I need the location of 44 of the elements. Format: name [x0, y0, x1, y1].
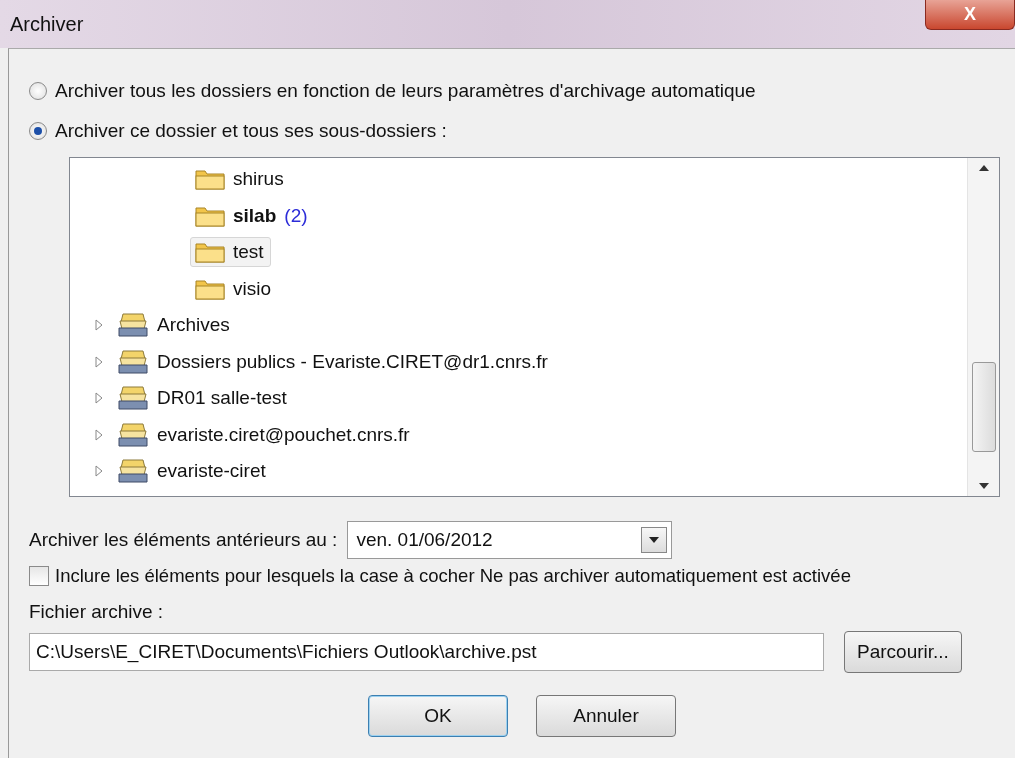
checkbox-label: Inclure les éléments pour lesquels la case à cocher Ne pas archiver automatiquement est activée: [55, 565, 851, 587]
folder-stack-icon: [117, 421, 149, 448]
tree-item[interactable]: test: [190, 237, 271, 268]
folder-icon: [195, 241, 225, 264]
folder-icon: [195, 204, 225, 227]
folder-stack-icon: [117, 385, 149, 412]
window-title: Archiver: [10, 12, 84, 36]
folder-icon: [195, 277, 225, 300]
expand-icon[interactable]: [94, 465, 104, 478]
tree-item[interactable]: silab (2): [190, 200, 315, 231]
scroll-thumb[interactable]: [971, 362, 996, 452]
file-path-field[interactable]: C:\Users\E_CIRET\Documents\Fichiers Outlook\archive.pst: [29, 633, 824, 671]
expand-icon[interactable]: [94, 319, 104, 332]
tree-item[interactable]: shirus: [190, 164, 291, 195]
tree-item[interactable]: DR01 salle-test: [112, 381, 294, 416]
scroll-down-icon[interactable]: [977, 482, 990, 490]
date-label: Archiver les éléments antérieurs au :: [29, 529, 338, 551]
unread-count: (2): [284, 204, 308, 227]
radio-button[interactable]: [29, 122, 47, 140]
scrollbar[interactable]: [967, 158, 999, 496]
dialog-button[interactable]: Annuler: [536, 695, 676, 737]
checkbox[interactable]: [29, 566, 49, 586]
expand-icon[interactable]: [94, 355, 104, 368]
folder-stack-icon: [117, 348, 149, 375]
tree-item[interactable]: Dossiers publics - Evariste.CIRET@dr1.cnrs.fr: [112, 344, 555, 379]
folder-stack-icon: [117, 312, 149, 339]
tree-item[interactable]: evariste-ciret: [112, 454, 273, 489]
date-dropdown[interactable]: ven. 01/06/2012: [347, 521, 673, 559]
tree-item[interactable]: Archives: [112, 308, 237, 343]
scroll-up-icon[interactable]: [977, 164, 990, 172]
dropdown-button[interactable]: [641, 527, 668, 553]
dialog-button[interactable]: OK: [368, 695, 508, 737]
tree-item[interactable]: evariste.ciret@pouchet.cnrs.fr: [112, 417, 417, 452]
file-label: Fichier archive :: [29, 601, 165, 623]
expand-icon[interactable]: [94, 428, 104, 441]
radio-button[interactable]: [29, 82, 47, 100]
expand-icon[interactable]: [94, 392, 104, 405]
folder-icon: [195, 168, 225, 191]
folder-stack-icon: [117, 458, 149, 485]
caret-icon: [649, 537, 660, 543]
browse-button[interactable]: Parcourir...: [844, 631, 962, 673]
tree-item[interactable]: visio: [190, 273, 278, 304]
radio-label: Archiver tous les dossiers en fonction de leurs paramètres d'archivage automatique: [55, 80, 756, 102]
radio-label: Archiver ce dossier et tous ses sous-dossiers :: [55, 120, 447, 142]
